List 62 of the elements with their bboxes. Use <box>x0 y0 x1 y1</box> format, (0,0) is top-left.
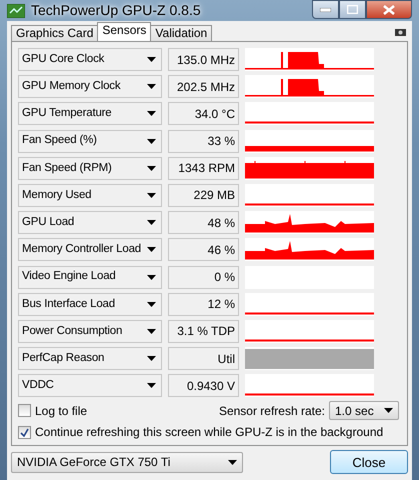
sensor-value: 46 % <box>168 238 239 262</box>
sensor-value: 1343 RPM <box>168 156 239 180</box>
close-button[interactable]: Close <box>330 450 408 474</box>
gpu-dropdown[interactable]: NVIDIA GeForce GTX 750 Ti <box>11 452 243 473</box>
sensor-dropdown[interactable]: Bus Interface Load <box>18 292 162 316</box>
tab[interactable]: Sensors <box>97 22 152 41</box>
checkbox-label: Log to file <box>35 402 88 420</box>
sensor-dropdown[interactable]: Fan Speed (%) <box>18 130 162 153</box>
caret-icon <box>147 138 156 144</box>
caret-icon <box>147 247 156 252</box>
camera-icon[interactable] <box>395 28 406 36</box>
sensor-value: 12 % <box>168 292 239 316</box>
checkbox-label: Continue refreshing this screen while GPU-Z is in the background <box>35 424 384 442</box>
close-window-button[interactable] <box>366 0 412 19</box>
caret-icon <box>384 408 393 414</box>
sensor-value: 0 % <box>168 266 239 288</box>
sensor-dropdown[interactable]: GPU Temperature <box>18 102 162 126</box>
sensor-dropdown[interactable]: Memory Used <box>18 184 162 207</box>
maximize-icon <box>347 5 358 14</box>
caret-icon <box>228 460 237 465</box>
sensor-value: 48 % <box>168 211 239 234</box>
refresh-rate-label: Sensor refresh rate: <box>218 402 325 420</box>
check-icon <box>20 428 29 437</box>
sensor-dropdown[interactable]: VDDC <box>18 374 162 398</box>
sensor-dropdown[interactable]: GPU Core Clock <box>18 48 162 71</box>
caret-icon <box>147 166 156 171</box>
caret-icon <box>147 328 156 334</box>
minimize-button[interactable] <box>312 0 339 19</box>
sensor-value: 229 MB <box>168 184 239 207</box>
window-title: TechPowerUp GPU-Z 0.8.5 <box>31 1 201 20</box>
sensor-value: 202.5 MHz <box>168 75 239 98</box>
tab[interactable]: Graphics Card <box>11 25 98 41</box>
sensor-dropdown[interactable]: PerfCap Reason <box>18 347 162 370</box>
caret-icon <box>147 192 156 198</box>
sensor-value: 34.0 °C <box>168 102 239 126</box>
sensor-dropdown[interactable]: Fan Speed (RPM) <box>18 156 162 180</box>
app-icon <box>7 4 25 18</box>
sensor-dropdown[interactable]: GPU Load <box>18 211 162 234</box>
sensor-dropdown[interactable]: Memory Controller Load <box>18 238 162 262</box>
minimize-icon <box>320 8 331 12</box>
sensor-value: 33 % <box>168 130 239 153</box>
caret-icon <box>147 383 156 388</box>
checkbox[interactable] <box>18 426 31 439</box>
caret-icon <box>147 274 156 280</box>
caret-icon <box>147 84 156 90</box>
tab[interactable]: Validation <box>150 25 212 41</box>
caret-icon <box>147 111 156 116</box>
sensor-value: 0.9430 V <box>168 374 239 398</box>
caret-icon <box>147 302 156 307</box>
sensor-value: 3.1 % TDP <box>168 320 239 343</box>
sensor-dropdown[interactable]: GPU Memory Clock <box>18 75 162 98</box>
sensor-value: 135.0 MHz <box>168 48 239 71</box>
caret-icon <box>147 356 156 362</box>
caret-icon <box>147 57 156 62</box>
checkbox[interactable] <box>18 404 31 418</box>
sensor-dropdown[interactable]: Power Consumption <box>18 320 162 343</box>
maximize-button[interactable] <box>339 0 366 19</box>
sensor-value: Util <box>168 347 239 370</box>
sensor-dropdown[interactable]: Video Engine Load <box>18 266 162 288</box>
caret-icon <box>147 220 156 226</box>
refresh-rate-dropdown[interactable]: 1.0 sec <box>329 401 399 420</box>
close-icon <box>383 4 395 14</box>
